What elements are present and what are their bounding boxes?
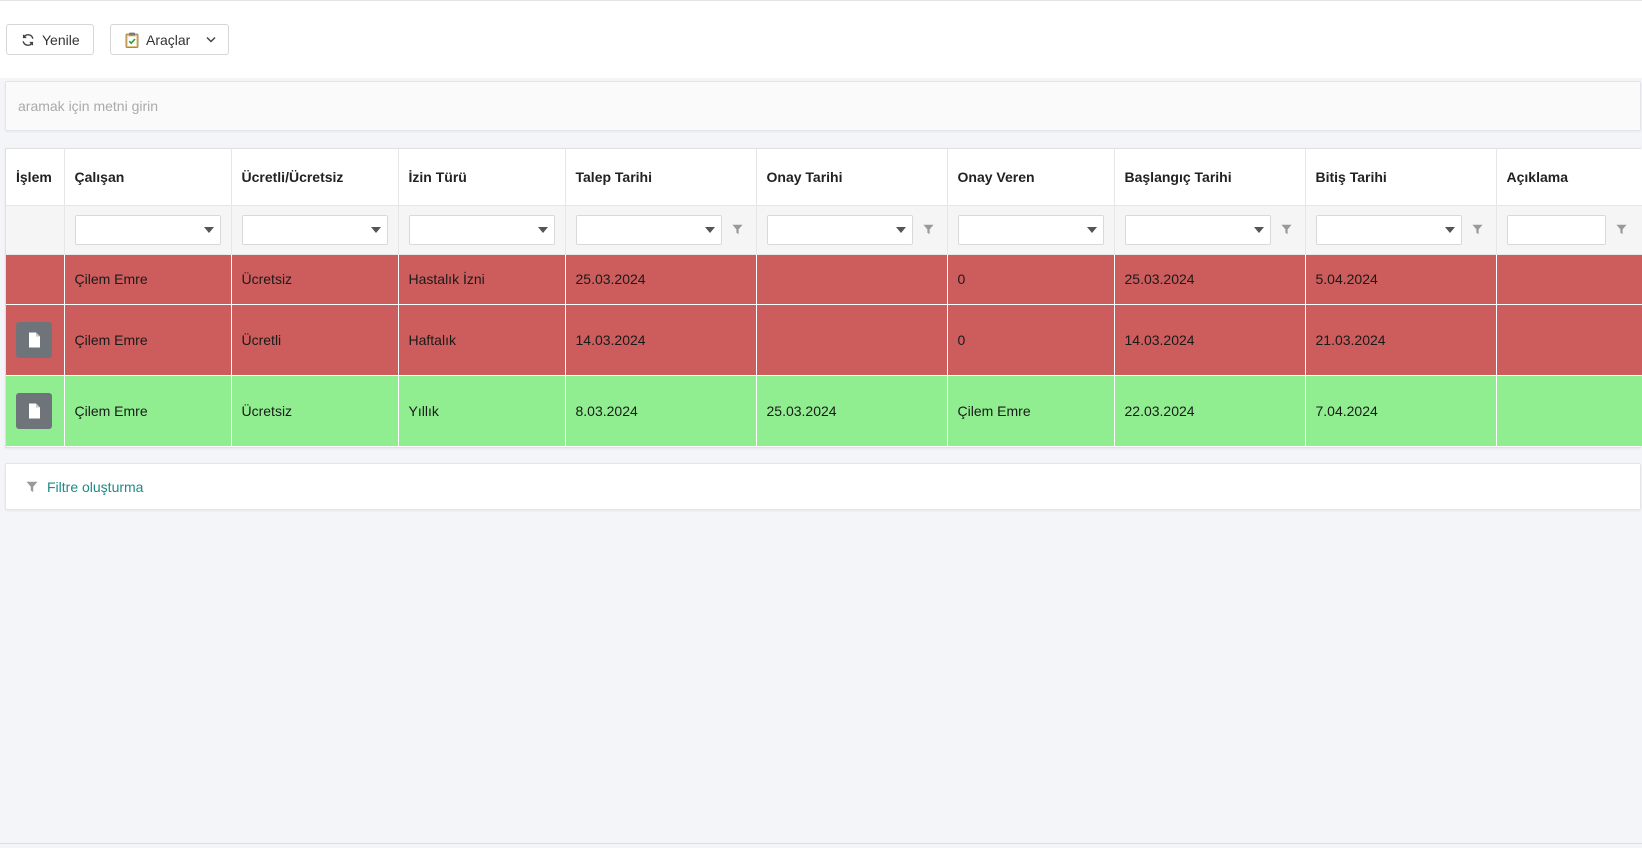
paid-unpaid-cell: Ücretsiz: [231, 254, 399, 305]
leave-type-cell: Haftalık: [398, 304, 566, 376]
paid-unpaid-cell: Ücretsiz: [231, 375, 399, 447]
caret-down-icon: [1086, 226, 1097, 233]
filter-cell-employee: [64, 205, 232, 255]
filter-cell-paid-unpaid: [231, 205, 399, 255]
filter-operation-icon[interactable]: [1615, 224, 1627, 235]
document-icon: [28, 332, 40, 347]
employee-cell: Çilem Emre: [64, 304, 232, 376]
leave-type-cell: Hastalık İzni: [398, 254, 566, 305]
caret-down-icon: [537, 226, 548, 233]
employee-cell: Çilem Emre: [64, 254, 232, 305]
table-row[interactable]: Çilem Emre Ücretli Haftalık 14.03.2024 0…: [6, 304, 1642, 376]
approval-date-cell: [756, 304, 948, 376]
table-row[interactable]: Çilem Emre Ücretsiz Hastalık İzni 25.03.…: [6, 254, 1642, 305]
approval-date-cell: 25.03.2024: [756, 375, 948, 447]
column-header-action[interactable]: İşlem: [6, 149, 65, 206]
end-date-cell: 7.04.2024: [1305, 375, 1497, 447]
caret-down-icon: [203, 226, 214, 233]
filter-cell-request-date: [565, 205, 757, 255]
column-header-approver[interactable]: Onay Veren: [947, 149, 1115, 206]
filter-cell-start-date: [1114, 205, 1306, 255]
action-cell: [6, 254, 65, 305]
filter-cell-approver: [947, 205, 1115, 255]
approver-cell: 0: [947, 304, 1115, 376]
paid-unpaid-filter-select[interactable]: [241, 214, 388, 245]
description-cell: [1496, 375, 1642, 447]
request-date-cell: 8.03.2024: [565, 375, 757, 447]
filter-operation-icon[interactable]: [922, 224, 934, 235]
approver-filter-select[interactable]: [957, 214, 1104, 245]
request-date-filter-select[interactable]: [575, 214, 722, 245]
filter-builder-button[interactable]: Filtre oluşturma: [5, 463, 1641, 510]
leave-requests-grid: İşlem Çalışan Ücretli/Ücretsiz İzin Türü…: [5, 148, 1642, 448]
start-date-filter-select[interactable]: [1124, 214, 1271, 245]
paid-unpaid-cell: Ücretli: [231, 304, 399, 376]
filter-cell-end-date: [1305, 205, 1497, 255]
description-cell: [1496, 254, 1642, 305]
filter-cell-leave-type: [398, 205, 566, 255]
action-cell: [6, 304, 65, 376]
table-row[interactable]: Çilem Emre Ücretsiz Yıllık 8.03.2024 25.…: [6, 375, 1642, 447]
view-document-button[interactable]: [16, 321, 52, 358]
approval-date-filter-select[interactable]: [766, 214, 913, 245]
start-date-cell: 22.03.2024: [1114, 375, 1306, 447]
column-header-paid-unpaid[interactable]: Ücretli/Ücretsiz: [231, 149, 399, 206]
end-date-cell: 21.03.2024: [1305, 304, 1497, 376]
caret-down-icon: [704, 226, 715, 233]
column-header-approval-date[interactable]: Onay Tarihi: [756, 149, 948, 206]
filter-operation-icon[interactable]: [1471, 224, 1483, 235]
request-date-cell: 14.03.2024: [565, 304, 757, 376]
employee-filter-select[interactable]: [74, 214, 221, 245]
approver-cell: 0: [947, 254, 1115, 305]
bottom-divider: [0, 843, 1642, 844]
chevron-down-icon: [206, 36, 216, 43]
caret-down-icon: [1253, 226, 1264, 233]
end-date-filter-select[interactable]: [1315, 214, 1462, 245]
column-header-employee[interactable]: Çalışan: [64, 149, 232, 206]
action-cell: [6, 375, 65, 447]
search-panel: [5, 81, 1641, 131]
filter-icon: [26, 481, 38, 493]
approver-cell: Çilem Emre: [947, 375, 1115, 447]
view-document-button[interactable]: [16, 392, 52, 429]
approval-date-cell: [756, 254, 948, 305]
filter-cell-description: [1496, 205, 1642, 255]
filter-operation-icon[interactable]: [1280, 224, 1292, 235]
column-header-description[interactable]: Açıklama: [1496, 149, 1642, 206]
leave-type-cell: Yıllık: [398, 375, 566, 447]
filter-row: [6, 205, 1642, 255]
filter-builder-label: Filtre oluşturma: [47, 478, 144, 495]
header-row: İşlem Çalışan Ücretli/Ücretsiz İzin Türü…: [6, 149, 1642, 206]
refresh-icon: [21, 33, 35, 47]
clipboard-check-icon: [125, 32, 139, 48]
tools-dropdown-button[interactable]: Araçlar: [110, 24, 229, 55]
column-header-request-date[interactable]: Talep Tarihi: [565, 149, 757, 206]
leave-type-filter-select[interactable]: [408, 214, 555, 245]
start-date-cell: 14.03.2024: [1114, 304, 1306, 376]
caret-down-icon: [895, 226, 906, 233]
search-input[interactable]: [6, 82, 1640, 130]
column-header-end-date[interactable]: Bitiş Tarihi: [1305, 149, 1497, 206]
refresh-label: Yenile: [42, 31, 80, 48]
refresh-button[interactable]: Yenile: [6, 24, 94, 55]
toolbar: Yenile Araçlar: [0, 0, 1642, 78]
document-icon: [28, 403, 40, 418]
end-date-cell: 5.04.2024: [1305, 254, 1497, 305]
caret-down-icon: [1444, 226, 1455, 233]
filter-cell-approval-date: [756, 205, 948, 255]
request-date-cell: 25.03.2024: [565, 254, 757, 305]
column-header-leave-type[interactable]: İzin Türü: [398, 149, 566, 206]
description-filter-input[interactable]: [1506, 214, 1606, 245]
column-header-start-date[interactable]: Başlangıç Tarihi: [1114, 149, 1306, 206]
start-date-cell: 25.03.2024: [1114, 254, 1306, 305]
filter-cell-action: [6, 205, 65, 255]
filter-operation-icon[interactable]: [731, 224, 743, 235]
description-cell: [1496, 304, 1642, 376]
tools-label: Araçlar: [146, 31, 191, 48]
caret-down-icon: [370, 226, 381, 233]
employee-cell: Çilem Emre: [64, 375, 232, 447]
